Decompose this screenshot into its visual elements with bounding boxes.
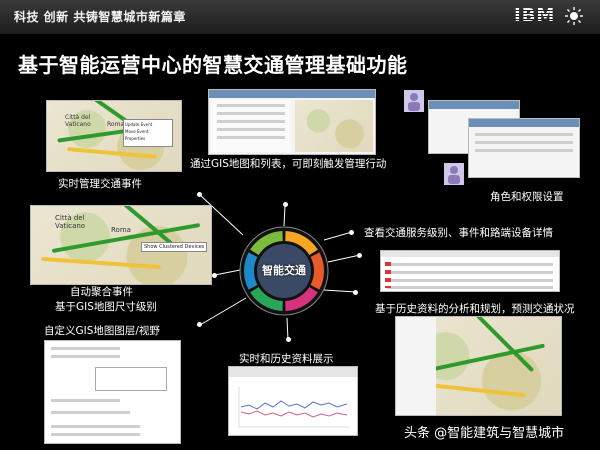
caption-history-analysis: 基于历史资料的分析和规划，预测交通状况 bbox=[375, 303, 575, 315]
caption-auto-cluster: 自动聚合事件 bbox=[70, 286, 133, 298]
roles-thumbnail-front bbox=[468, 118, 580, 178]
connector-dot bbox=[349, 230, 354, 235]
caption-realtime-history: 实时和历史资料展示 bbox=[239, 353, 334, 365]
map-thumbnail-cluster: Città del Vaticano Roma Show Clustered D… bbox=[30, 205, 212, 285]
caption-custom-layers: 自定义GIS地图图层/视野 bbox=[44, 325, 160, 337]
cluster-tooltip: Show Clustered Devices bbox=[141, 242, 208, 252]
watermark: 头条 @智能建筑与智慧城市 bbox=[404, 426, 565, 441]
caption-gis-size: 基于GIS地图尺寸级别 bbox=[55, 301, 157, 313]
connector-dot bbox=[286, 337, 291, 342]
map-thumbnail-events: Città del Vaticano Roma Update Event Mov… bbox=[46, 100, 182, 172]
service-table-thumbnail bbox=[380, 250, 560, 292]
line-chart-thumbnail bbox=[228, 366, 358, 436]
menu-item[interactable]: Move Event bbox=[125, 128, 171, 135]
caption-realtime-events: 实时管理交通事件 bbox=[58, 178, 142, 190]
caption-roles: 角色和权限设置 bbox=[490, 191, 564, 203]
connector-dot bbox=[197, 322, 202, 327]
map-label: Roma bbox=[107, 121, 125, 128]
map-label: Città del Vaticano bbox=[65, 114, 91, 128]
connector-dot bbox=[357, 253, 362, 258]
caption-service-levels: 查看交通服务级别、事件和路端设备详情 bbox=[364, 227, 553, 239]
connector-dot bbox=[283, 202, 288, 207]
connector-dot bbox=[353, 290, 358, 295]
line-chart-icon bbox=[229, 367, 357, 428]
person-icon bbox=[444, 163, 464, 185]
menu-item[interactable]: Update Event bbox=[125, 121, 171, 128]
hub-label: 智能交通 bbox=[262, 264, 306, 277]
menu-item[interactable]: Properties bbox=[125, 135, 171, 142]
layers-form-thumbnail bbox=[44, 340, 181, 444]
caption-gis-list: 通过GIS地图和列表，可即刻触发管理行动 bbox=[190, 158, 387, 170]
history-map-thumbnail bbox=[395, 316, 562, 416]
map-label: Città del Vaticano bbox=[55, 214, 86, 230]
map-label: Roma bbox=[111, 226, 131, 234]
connector-dot bbox=[212, 273, 217, 278]
gis-list-thumbnail bbox=[208, 89, 376, 155]
person-icon bbox=[404, 90, 424, 112]
connector-dot bbox=[197, 192, 202, 197]
context-menu[interactable]: Update Event Move Event Properties bbox=[123, 119, 173, 147]
